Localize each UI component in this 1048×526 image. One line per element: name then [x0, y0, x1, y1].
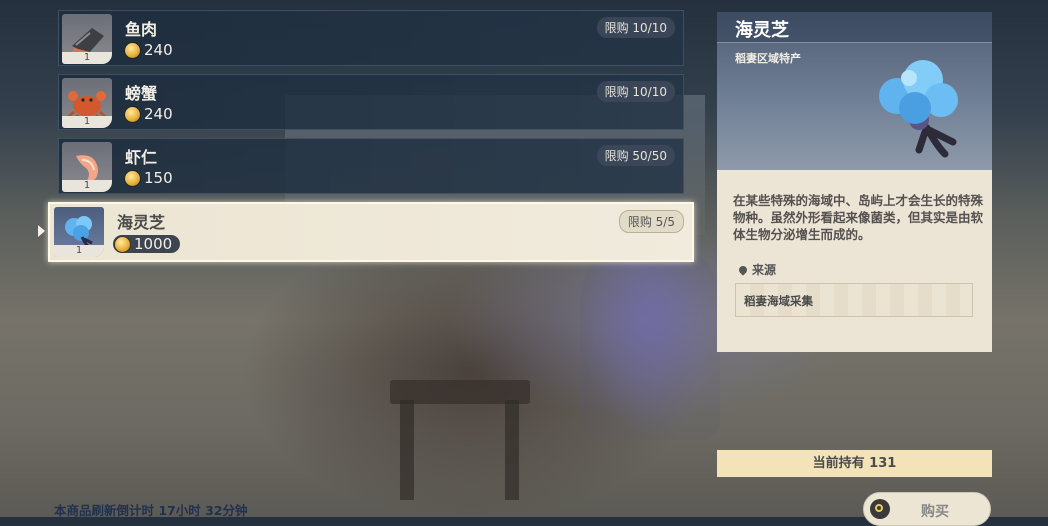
background-bench-leg: [505, 400, 519, 500]
detail-title: 海灵芝: [735, 20, 789, 41]
shop-item-crab[interactable]: 1 螃蟹 240 限购 10/10: [58, 74, 684, 130]
source-entry[interactable]: 稻妻海域采集: [735, 283, 973, 317]
item-quantity: 1: [54, 245, 104, 257]
item-quantity: 1: [62, 52, 112, 64]
refresh-countdown: 本商品刷新倒计时 17小时 32分钟: [54, 503, 248, 518]
item-name: 虾仁: [125, 148, 158, 167]
item-name: 鱼肉: [125, 20, 158, 39]
background-character: [580, 240, 720, 440]
shop-item-fish-meat[interactable]: 1 鱼肉 240 限购 10/10: [58, 10, 684, 66]
crab-icon: 1: [62, 78, 112, 128]
item-price-value: 240: [144, 41, 173, 59]
item-quantity: 1: [62, 116, 112, 128]
fish-meat-icon: 1: [62, 14, 112, 64]
purchase-limit-badge: 限购 10/10: [596, 81, 675, 102]
mora-coin-icon: [125, 42, 140, 58]
item-price: 150: [125, 169, 173, 187]
purchase-limit-badge: 限购 10/10: [596, 17, 675, 38]
detail-subtitle: 稻妻区域特产: [735, 52, 801, 65]
item-price-value: 1000: [134, 235, 173, 253]
source-value: 稻妻海域采集: [744, 294, 813, 308]
shop-item-sea-ganoderma[interactable]: 1 海灵芝 1000 限购 5/5: [48, 202, 694, 262]
item-name: 螃蟹: [125, 84, 158, 103]
item-name: 海灵芝: [117, 213, 166, 232]
shop-item-shrimp[interactable]: 1 虾仁 150 限购 50/50: [58, 138, 684, 194]
item-price: 240: [125, 105, 173, 123]
current-holding: 当前持有 131: [717, 450, 992, 477]
sea-ganoderma-large-icon: [879, 60, 958, 158]
item-price-value: 150: [144, 169, 173, 187]
buy-button[interactable]: 购买: [863, 492, 991, 526]
background-bench-leg: [400, 400, 414, 500]
mora-coin-icon: [125, 170, 140, 186]
item-price: 240: [125, 41, 173, 59]
purchase-limit-badge: 限购 5/5: [618, 210, 684, 233]
item-quantity: 1: [62, 180, 112, 192]
purchase-limit-badge: 限购 50/50: [596, 145, 675, 166]
detail-header: 海灵芝 稻妻区域特产: [717, 12, 992, 170]
buy-label: 购买: [921, 504, 949, 520]
selection-arrow-icon: [38, 225, 45, 237]
controller-button-icon: [870, 499, 890, 519]
item-price: 1000: [113, 235, 181, 253]
sea-ganoderma-icon: 1: [54, 207, 104, 257]
mora-coin-icon: [125, 106, 140, 122]
item-price-value: 240: [144, 105, 173, 123]
detail-description: 在某些特殊的海域中、岛屿上才会生长的特殊物种。虽然外形看起来像菌类，但其实是由软…: [733, 193, 984, 242]
source-label: 来源: [752, 263, 777, 277]
shrimp-icon: 1: [62, 142, 112, 192]
source-heading: 来源: [737, 261, 777, 278]
detail-title-bar: 海灵芝: [717, 12, 992, 43]
item-detail-panel: 海灵芝 稻妻区域特产 在某些特殊的海域中、岛屿上才会生长的特殊物种。虽然外形看起…: [717, 12, 992, 352]
mora-coin-icon: [115, 236, 130, 252]
location-pin-icon: [737, 263, 749, 276]
